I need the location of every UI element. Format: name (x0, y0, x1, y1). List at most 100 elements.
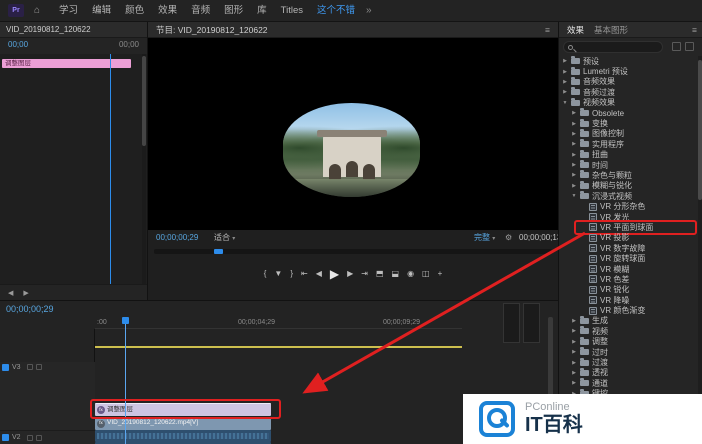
next-keyframe-icon[interactable]: ▶ (23, 289, 28, 297)
ec-scrollbar[interactable] (142, 54, 146, 284)
track-header-v3[interactable]: V3 (0, 362, 95, 431)
twirl-icon[interactable]: ▶ (571, 380, 577, 386)
new-custom-bin-icon[interactable] (672, 42, 681, 51)
source-patch-indicator[interactable] (2, 434, 9, 441)
transport-step-back-button[interactable]: ◀ (316, 270, 322, 278)
zoom-level-select[interactable]: 适合 ▾ (214, 230, 235, 247)
effects-tree-item[interactable]: ▶生成 (559, 316, 698, 326)
effects-tree-item[interactable]: ▶杂色与颗粒 (559, 170, 698, 180)
transport-mark-out-button[interactable]: } (290, 270, 293, 278)
program-zoom-scrollbar[interactable] (154, 249, 552, 254)
effects-tree-item[interactable]: ▶音频效果 (559, 77, 698, 87)
workspace-tab[interactable]: 效果 (151, 0, 184, 22)
program-playhead-knob[interactable] (214, 249, 223, 254)
toggle-track-lock-icon[interactable] (36, 364, 42, 370)
tab-essential-graphics[interactable]: 基本图形 (594, 24, 628, 36)
effects-tree-item[interactable]: ▶模糊与锐化 (559, 181, 698, 191)
transport-mark-in-button[interactable]: { (264, 270, 267, 278)
twirl-icon[interactable]: ▶ (571, 121, 577, 127)
program-current-timecode[interactable]: 00;00;00;29 (156, 230, 198, 246)
twirl-icon[interactable]: ▶ (571, 162, 577, 168)
effects-tree-item[interactable]: ▶过时 (559, 347, 698, 357)
workspace-tab[interactable]: 颜色 (118, 0, 151, 22)
transport-button-editor-button[interactable]: + (438, 270, 443, 278)
ec-playhead[interactable] (110, 54, 111, 284)
effects-tree-item[interactable]: ▶变换 (559, 118, 698, 128)
track-header-v2[interactable]: V2 (0, 431, 95, 444)
transport-comparison-view-button[interactable]: ◫ (422, 270, 430, 278)
timeline-current-timecode[interactable]: 00;00;00;29 (6, 304, 54, 314)
source-patch-indicator[interactable] (2, 364, 9, 371)
transport-extract-button[interactable]: ⬓ (392, 270, 400, 278)
search-input[interactable] (578, 42, 660, 52)
twirl-icon[interactable]: ▼ (571, 193, 577, 199)
effects-tree-item[interactable]: VR 颜色渐变 (559, 305, 698, 315)
twirl-icon[interactable]: ▶ (571, 370, 577, 376)
transport-go-to-out-button[interactable]: ⇥ (361, 270, 368, 278)
app-logo-icon[interactable]: Pr (8, 4, 24, 17)
effects-tree-item[interactable]: ▶透视 (559, 368, 698, 378)
effects-tree-item[interactable]: VR 平面到球面 (559, 222, 698, 232)
effects-tree-item[interactable]: VR 降噪 (559, 295, 698, 305)
transport-step-forward-button[interactable]: ▶ (347, 270, 353, 278)
transport-go-to-in-button[interactable]: ⇤ (301, 270, 308, 278)
ec-scrollbar-handle[interactable] (142, 56, 146, 146)
effects-tree-item[interactable]: ▶预设 (559, 56, 698, 66)
clip-video[interactable]: fx VID_20190812_120622.mp4[V] (95, 417, 271, 430)
twirl-icon[interactable]: ▶ (571, 339, 577, 345)
twirl-icon[interactable]: ▶ (571, 141, 577, 147)
effect-controls-tab[interactable]: VID_20190812_120622 (0, 22, 147, 38)
tab-effects[interactable]: 效果 (567, 24, 584, 36)
twirl-icon[interactable]: ▶ (571, 152, 577, 158)
effects-tree-item[interactable]: ▶调整 (559, 337, 698, 347)
effects-tree-item[interactable]: VR 旋转球面 (559, 253, 698, 263)
workspace-tab[interactable]: 这个不错 (310, 0, 362, 22)
clip-adjustment-layer[interactable]: fx 调整图层 (95, 403, 271, 416)
transport-lift-button[interactable]: ⬒ (376, 270, 384, 278)
twirl-icon[interactable]: ▶ (571, 110, 577, 116)
twirl-icon[interactable]: ▶ (571, 172, 577, 178)
effects-tree-item[interactable]: ▶扭曲 (559, 150, 698, 160)
workspace-tab[interactable]: 音频 (184, 0, 217, 22)
effects-tree-item[interactable]: ▶通道 (559, 378, 698, 388)
workspace-tab[interactable]: 学习 (52, 0, 85, 22)
panel-menu-icon[interactable]: ≡ (545, 22, 550, 37)
effects-tree-item[interactable]: ▶图像控制 (559, 129, 698, 139)
effects-scrollbar-handle[interactable] (698, 60, 702, 200)
effects-tree-item[interactable]: VR 色差 (559, 274, 698, 284)
toggle-track-output-icon[interactable] (27, 364, 33, 370)
twirl-icon[interactable]: ▶ (562, 69, 568, 75)
workspace-tab[interactable]: 编辑 (85, 0, 118, 22)
transport-play-button[interactable]: ▶ (330, 268, 339, 280)
effects-tree-item[interactable]: VR 发光 (559, 212, 698, 222)
workspace-tab[interactable]: 图形 (217, 0, 250, 22)
clip-audio[interactable] (95, 430, 271, 442)
panel-menu-icon[interactable]: ≡ (692, 25, 697, 35)
previous-keyframe-icon[interactable]: ◀ (8, 289, 13, 297)
transport-export-frame-button[interactable]: ◉ (407, 270, 414, 278)
effects-tree-item[interactable]: VR 投影 (559, 233, 698, 243)
twirl-icon[interactable]: ▶ (571, 360, 577, 366)
effects-tree-item[interactable]: VR 锐化 (559, 285, 698, 295)
twirl-icon[interactable]: ▶ (571, 183, 577, 189)
effects-tree-item[interactable]: ▼沉浸式视频 (559, 191, 698, 201)
twirl-icon[interactable]: ▶ (571, 349, 577, 355)
effects-tree-item[interactable]: ▶音频过渡 (559, 87, 698, 97)
effects-tree-item[interactable]: ▶时间 (559, 160, 698, 170)
twirl-icon[interactable]: ▶ (562, 79, 568, 85)
adjustment-layer-bar[interactable]: 调整图层 (2, 59, 131, 68)
toggle-track-lock-icon[interactable] (36, 435, 42, 441)
workspace-tab[interactable]: Titles (274, 0, 310, 22)
workspace-tab[interactable]: 库 (250, 0, 274, 22)
twirl-icon[interactable]: ▶ (571, 328, 577, 334)
effects-tree-item[interactable]: VR 模糊 (559, 264, 698, 274)
playback-resolution-select[interactable]: 完整 ▾ (474, 230, 495, 247)
home-icon[interactable]: ⌂ (34, 5, 40, 16)
workspace-overflow-icon[interactable]: » (366, 5, 372, 16)
twirl-icon[interactable]: ▶ (571, 131, 577, 137)
twirl-icon[interactable]: ▼ (562, 100, 568, 106)
effects-tree-item[interactable]: VR 数字故障 (559, 243, 698, 253)
effects-scrollbar[interactable] (698, 56, 702, 444)
twirl-icon[interactable]: ▶ (562, 89, 568, 95)
effects-tree-item[interactable]: ▶过渡 (559, 357, 698, 367)
